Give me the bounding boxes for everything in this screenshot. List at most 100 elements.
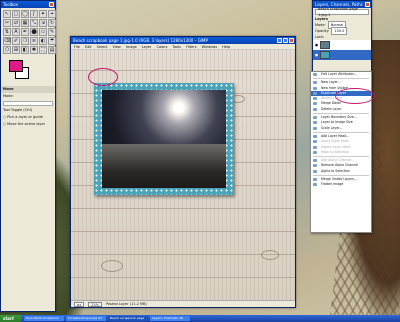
wood-knot xyxy=(101,260,123,272)
menu-select[interactable]: Select xyxy=(97,44,108,49)
menu-item-label: Flatten Image xyxy=(321,182,344,187)
zoom-select[interactable]: 25% xyxy=(88,302,103,307)
close-icon[interactable] xyxy=(289,38,294,43)
image-statusbar: px 25% Pasted Layer (11.2 MB) xyxy=(71,300,295,307)
minimize-icon[interactable] xyxy=(277,38,282,43)
menu-file[interactable]: File xyxy=(74,44,80,49)
tool-button[interactable]: ◐ xyxy=(39,37,47,45)
menu-edit[interactable]: Edit xyxy=(85,44,92,49)
menu-separator xyxy=(313,156,369,158)
menu-windows[interactable]: Windows xyxy=(202,44,218,49)
tool-button[interactable]: ⬡ xyxy=(3,46,11,54)
tool-button[interactable]: ʃ xyxy=(30,10,38,18)
menu-layer[interactable]: Layer xyxy=(142,44,152,49)
menu-item-icon xyxy=(313,140,317,144)
tool-button[interactable]: ⛶ xyxy=(39,46,47,54)
menu-item-label: Add Alpha Channel xyxy=(321,158,352,163)
tool-button[interactable]: ❍ xyxy=(21,37,29,45)
menu-item-icon xyxy=(313,81,317,85)
menu-item-label: New Layer... xyxy=(321,80,341,85)
tool-option-move-active[interactable]: ○ Move the active layer xyxy=(1,121,55,128)
eye-icon[interactable]: ● xyxy=(315,42,318,48)
context-menu-item[interactable]: Alpha to Selection xyxy=(311,169,371,174)
tool-option-mode-field[interactable] xyxy=(3,101,53,106)
menu-help[interactable]: Help xyxy=(222,44,230,49)
tool-button[interactable]: ⌫ xyxy=(3,37,11,45)
layer-row-selected[interactable]: ● xyxy=(313,50,371,60)
context-menu-item[interactable]: Delete Layer xyxy=(311,107,371,112)
layer-thumbnail xyxy=(320,41,331,49)
tool-button[interactable]: ⇅ xyxy=(3,28,11,36)
menu-item-label: Merge Down xyxy=(321,101,341,106)
image-titlebar[interactable]: Beach scrapbook page 1.jpg-1.0 (RGB, 3 l… xyxy=(71,37,295,44)
context-menu-item[interactable]: Scale Layer... xyxy=(311,126,371,131)
maximize-icon[interactable] xyxy=(283,38,288,43)
menu-filters[interactable]: Filters xyxy=(186,44,197,49)
tool-button[interactable]: ☂ xyxy=(48,37,56,45)
tool-button[interactable]: ↖ xyxy=(3,10,11,18)
taskbar-button[interactable]: Scrapbooking Goes Int xyxy=(66,316,106,321)
menu-item-icon xyxy=(313,150,317,154)
tool-grid: ↖ □ ◯ ʃ ✦ ⌖ ✂ ⇄ ▦ ⤡ ⇲ ↻ ⇅ A ✒ ⬤ ▭ ✎ ⌫ ✐ ❍ ≋ ◐ ☂ ⬡ ⊞ ◧ ✱ ⛶ ▤ xyxy=(1,8,56,56)
annotation-circle xyxy=(335,88,375,104)
menu-colors[interactable]: Colors xyxy=(157,44,168,49)
menu-item-icon xyxy=(313,178,317,182)
tool-button[interactable]: ◯ xyxy=(21,10,29,18)
image-select[interactable]: Beach scrapbook page 1.jpg-1 xyxy=(315,7,369,17)
taskbar-button[interactable]: Beach scrapbook page xyxy=(108,316,148,321)
tool-option-mode: Mode: xyxy=(3,94,14,98)
tool-button[interactable]: ⇲ xyxy=(39,19,47,27)
context-menu-item[interactable]: Edit Layer Attributes... xyxy=(311,72,371,77)
tool-button[interactable]: ✒ xyxy=(21,28,29,36)
menu-item-label: Delete Layer xyxy=(321,106,342,111)
context-menu-item: Mask to Selection xyxy=(311,150,371,155)
taskbar-button[interactable]: Layers, Channels, Pa xyxy=(150,316,190,321)
menu-item-icon xyxy=(313,116,317,120)
close-icon[interactable] xyxy=(49,2,54,7)
context-menu-item[interactable]: Flatten Image xyxy=(311,182,371,187)
tool-button[interactable]: ⊞ xyxy=(12,46,20,54)
menu-image[interactable]: Image xyxy=(126,44,137,49)
menu-item-label: Layer Boundary Size... xyxy=(321,115,357,120)
tool-option-pick-layer[interactable]: ○ Pick a layer or guide xyxy=(1,114,55,121)
tool-button[interactable]: ⤡ xyxy=(30,19,38,27)
color-selector[interactable] xyxy=(3,58,53,84)
tool-button[interactable]: ✐ xyxy=(12,37,20,45)
menu-item-icon xyxy=(313,97,317,101)
layers-titlebar[interactable]: Layers, Channels, Paths xyxy=(313,1,371,8)
menu-tools[interactable]: Tools xyxy=(172,44,181,49)
tool-button[interactable]: ≋ xyxy=(30,37,38,45)
menu-item-icon xyxy=(313,145,317,149)
image-canvas[interactable] xyxy=(71,50,295,300)
menu-item-label: Edit Layer Attributes... xyxy=(321,72,357,76)
tool-button[interactable]: ▦ xyxy=(21,19,29,27)
unit-select[interactable]: px xyxy=(74,302,85,307)
tool-button[interactable]: ⇄ xyxy=(12,19,20,27)
eye-icon[interactable]: ● xyxy=(315,52,318,58)
menu-view[interactable]: View xyxy=(112,44,120,49)
close-icon[interactable] xyxy=(365,2,370,7)
tool-button[interactable]: ✦ xyxy=(39,10,47,18)
tool-button[interactable]: ▭ xyxy=(39,28,47,36)
tool-button[interactable]: ⬤ xyxy=(30,28,38,36)
tool-button[interactable]: ⌖ xyxy=(48,10,56,18)
tool-button[interactable]: ✱ xyxy=(30,46,38,54)
tool-button[interactable]: ↻ xyxy=(48,19,56,27)
menu-item-icon xyxy=(313,107,317,111)
tool-button[interactable]: ◧ xyxy=(21,46,29,54)
layer-row[interactable]: ● xyxy=(313,40,371,50)
tool-button[interactable]: ✂ xyxy=(3,19,11,27)
menu-item-label: Alpha to Selection xyxy=(321,168,350,173)
menu-item-label: Delete Layer Mask xyxy=(321,144,351,149)
wood-knot xyxy=(261,250,279,260)
opacity-field[interactable]: 100.0 xyxy=(331,27,348,35)
tool-button[interactable]: ▤ xyxy=(48,46,56,54)
foreground-color-swatch[interactable] xyxy=(9,60,23,72)
tool-button[interactable]: ✎ xyxy=(48,28,56,36)
tool-button[interactable]: □ xyxy=(12,10,20,18)
tool-button[interactable]: A xyxy=(12,28,20,36)
toolbox-title: Toolbox xyxy=(3,2,18,7)
toolbox-titlebar[interactable]: Toolbox xyxy=(1,1,55,8)
start-button[interactable]: start xyxy=(0,315,22,322)
taskbar-button[interactable]: Pure Earth Scrapbook xyxy=(24,316,64,321)
